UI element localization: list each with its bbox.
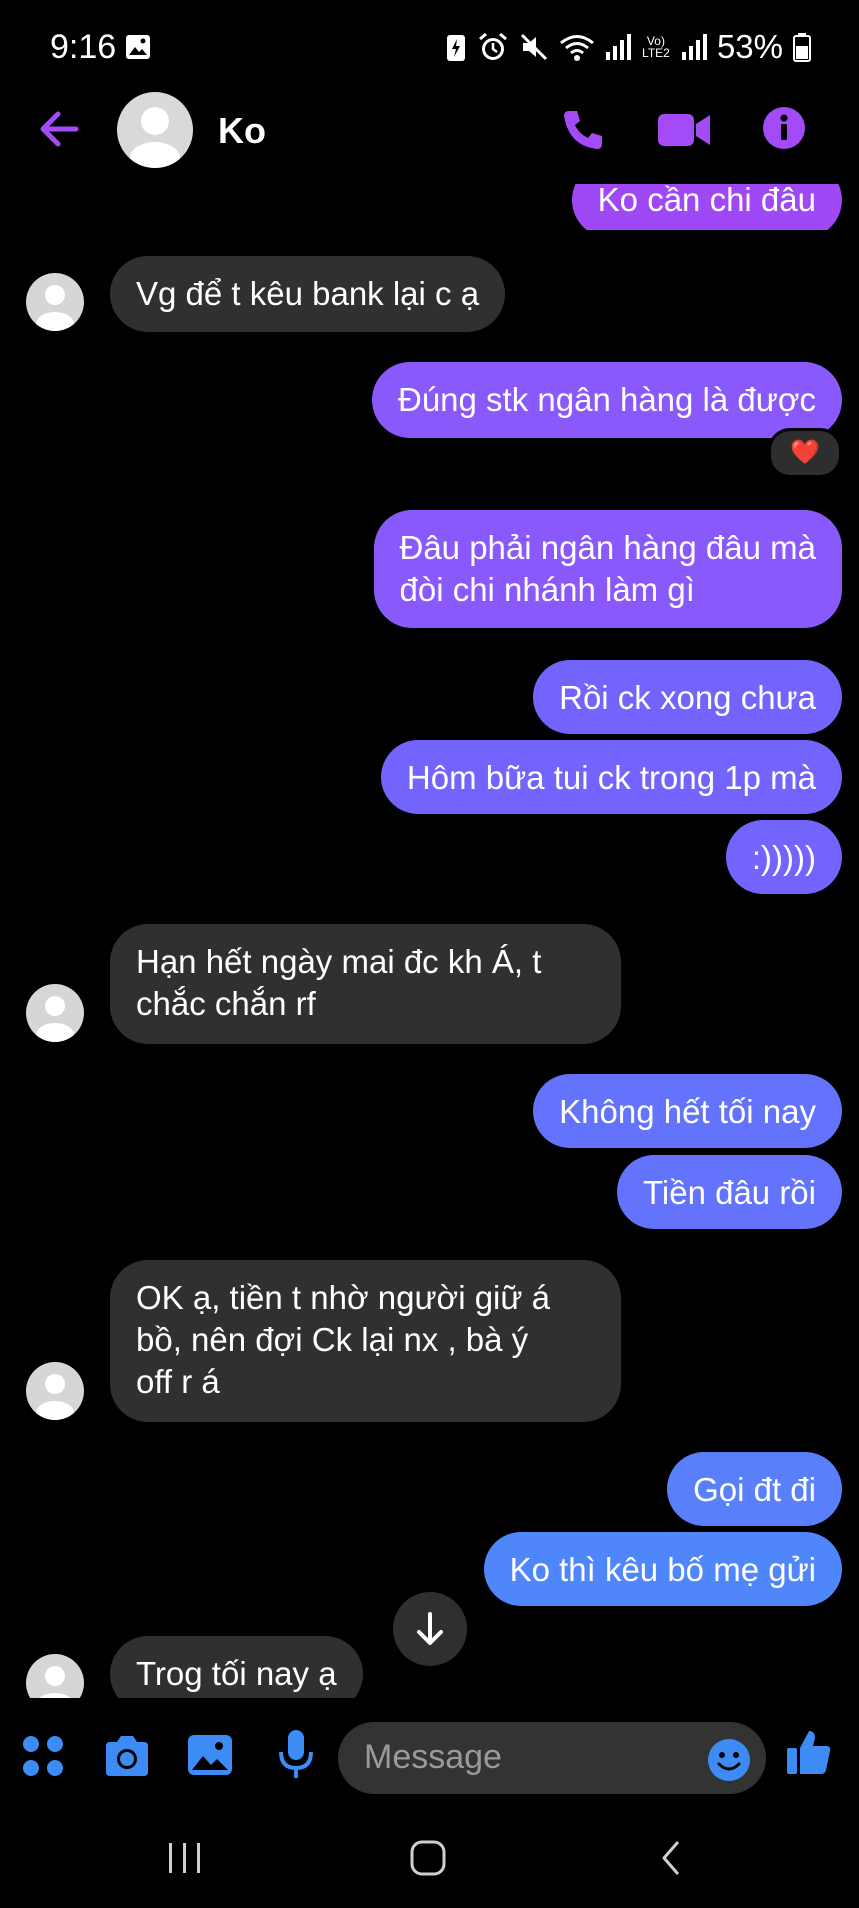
apps-icon[interactable] [20,1733,66,1779]
contact-name[interactable]: Ko [218,110,266,152]
info-icon[interactable] [761,105,807,151]
recent-apps-icon[interactable] [165,1838,205,1878]
phone-icon[interactable] [559,106,607,154]
gallery-icon [126,35,150,59]
message-bubble-received[interactable]: Hạn hết ngày mai đc kh Á, t chắc chắn rf [110,924,621,1044]
image-icon[interactable] [186,1732,234,1778]
status-time: 9:16 [50,28,117,66]
sender-avatar [26,273,84,331]
message-line: OK ạ, tiền t nhờ người giữ á [136,1279,550,1316]
message-clip: Ko cần chi đâu [0,184,859,230]
camera-icon[interactable] [102,1734,152,1778]
message-bubble-sent[interactable]: Rồi ck xong chưa [533,660,842,734]
thumbs-up-icon[interactable] [785,1728,833,1778]
message-line: chắc chắn rf [136,985,316,1022]
message-bubble-sent[interactable]: Đúng stk ngân hàng là được [372,362,842,438]
message-bubble-sent[interactable]: Không hết tối nay [533,1074,842,1148]
message-bubble-sent[interactable]: Hôm bữa tui ck trong 1p mà [380,740,842,814]
message-bubble-sent[interactable]: Đâu phải ngân hàng đâu mà đòi chi nhánh … [373,510,842,628]
battery-percent: 53% [716,28,783,65]
alarm-icon [478,32,507,60]
reaction-badge[interactable]: ❤️ [768,428,842,478]
message-bubble-received[interactable]: OK ạ, tiền t nhờ người giữ á bồ, nên đợi… [110,1260,621,1422]
message-bubble-sent[interactable]: Ko thì kêu bố mẹ gửi [483,1532,842,1606]
message-bubble-received[interactable]: Vg để t kêu bank lại c ạ [110,256,506,332]
message-bubble-sent[interactable]: :))))) [725,820,842,894]
scroll-down-button[interactable] [393,1592,467,1666]
microphone-icon[interactable] [276,1728,316,1780]
battery-saver-icon [446,35,465,61]
message-bubble-sent[interactable]: Gọi đt đi [667,1452,842,1526]
message-line: bồ, nên đợi Ck lại nx , bà ý [136,1321,529,1358]
signal-icon [605,34,631,60]
message-line: off r á [136,1363,220,1400]
contact-avatar[interactable] [117,92,193,168]
message-line: đòi chi nhánh làm gì [399,571,695,608]
message-line: Hạn hết ngày mai đc kh Á, t [136,943,542,980]
arrow-down-icon [417,1612,443,1645]
video-call-icon[interactable] [656,110,712,150]
battery-icon [793,33,811,62]
network-label: Vo) LTE2 [642,34,670,60]
message-line: Đâu phải ngân hàng đâu mà [399,529,817,566]
sender-avatar [26,984,84,1042]
mute-icon [520,33,547,61]
status-icons: Vo) LTE2 53% [445,28,811,66]
signal-icon-2 [681,34,707,60]
back-arrow-icon[interactable] [36,106,82,152]
sender-avatar [26,1654,84,1698]
sender-avatar [26,1362,84,1420]
back-nav-icon[interactable] [652,1838,692,1878]
message-bubble-sent[interactable]: Tiền đâu rồi [616,1155,842,1229]
emoji-icon[interactable] [706,1737,752,1783]
message-input-placeholder: Message [364,1738,502,1776]
message-bubble-sent[interactable]: Ko cần chi đâu [571,184,842,230]
wifi-icon [559,35,594,61]
message-bubble-received[interactable]: Trog tối nay ạ [110,1636,363,1698]
home-icon[interactable] [408,1838,448,1878]
